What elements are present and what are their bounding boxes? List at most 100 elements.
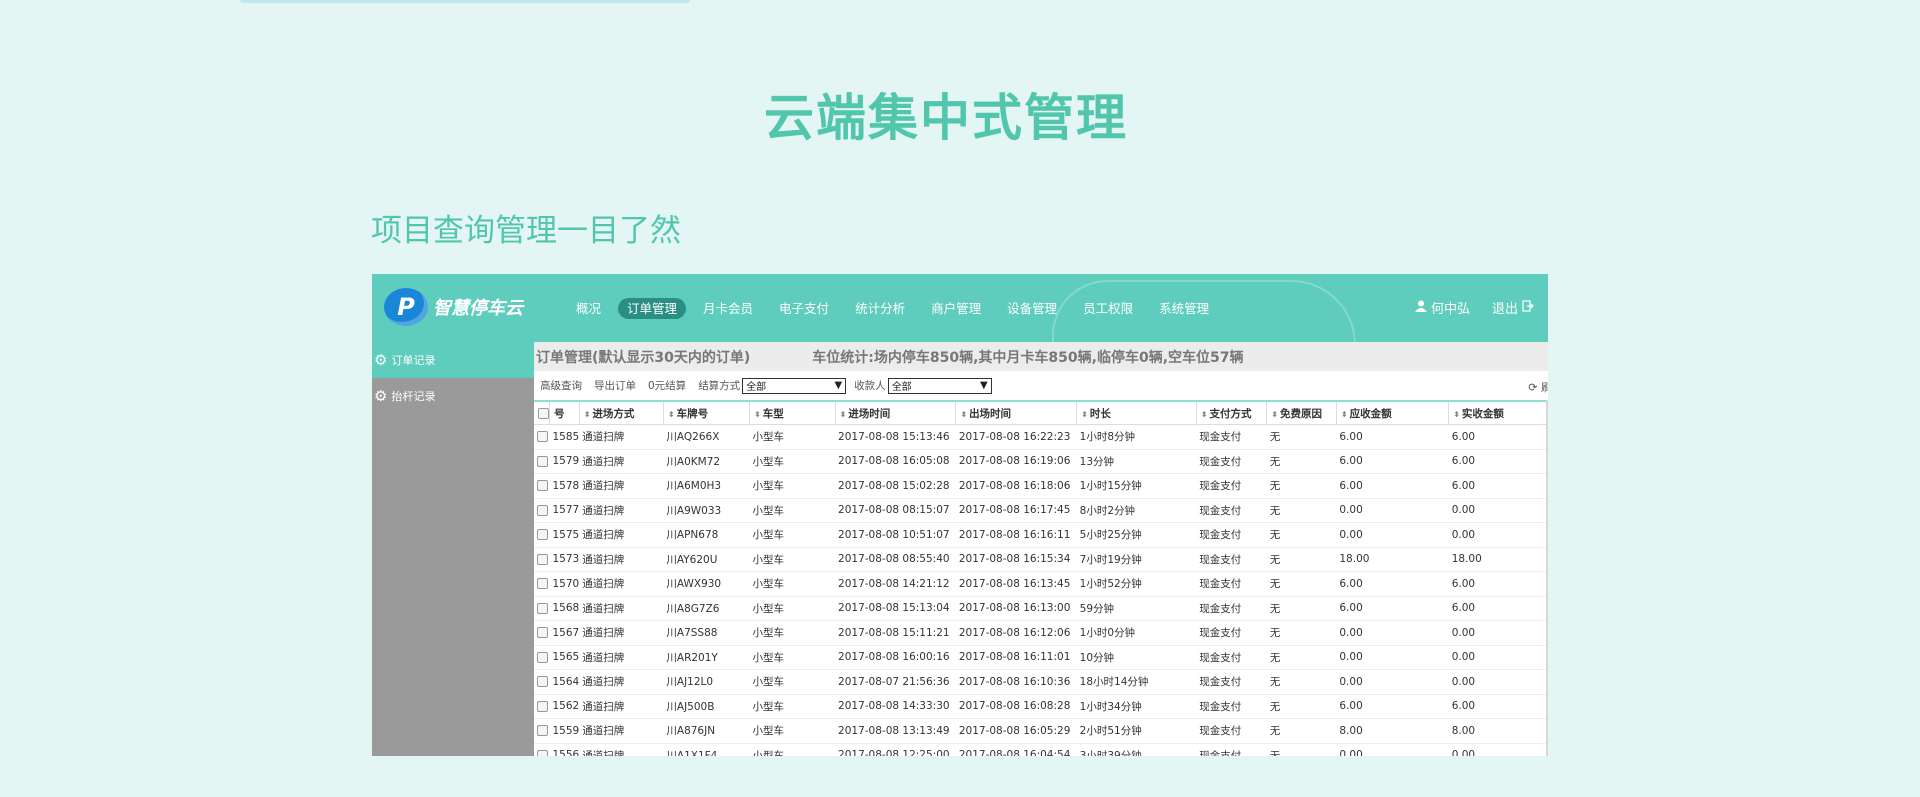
table-cell: 通道扫牌 — [579, 571, 664, 597]
table-row[interactable]: 1564 通道扫牌 川AJ12L0 小型车 2017-08-07 21:56:36 201… — [534, 669, 1548, 695]
row-checkbox[interactable] — [537, 725, 548, 737]
table-row[interactable]: 1570 通道扫牌 川AWX930 小型车 2017-08-08 14:21:12 201… — [534, 571, 1548, 597]
app-logo[interactable]: P 智慧停车云 — [384, 288, 523, 326]
nav-item[interactable]: 系统管理 — [1150, 298, 1218, 319]
checkbox-cell — [534, 571, 550, 597]
sidebar-item[interactable]: ⚙ 订单记录 — [372, 342, 534, 378]
table-row[interactable]: 1577 通道扫牌 川A9W033 小型车 2017-08-08 08:15:07 201… — [534, 498, 1548, 523]
sort-icon: ⬍ — [754, 409, 761, 419]
table-cell: 2017-08-08 16:22:23 — [955, 424, 1077, 450]
table-cell: 0.00 — [1448, 645, 1548, 670]
table-row[interactable]: 1579 通道扫牌 川A0KM72 小型车 2017-08-08 16:05:08 201… — [534, 449, 1548, 474]
refresh-button[interactable]: ⟳ 刷 — [1528, 379, 1548, 395]
table-cell: 小型车 — [749, 522, 836, 548]
nav-item[interactable]: 订单管理 — [618, 298, 687, 319]
row-checkbox[interactable] — [537, 676, 548, 688]
table-row[interactable]: 1565 通道扫牌 川AR201Y 小型车 2017-08-08 16:00:16 201… — [534, 645, 1548, 670]
column-header[interactable]: ⬍ 免费原因 — [1266, 400, 1337, 425]
table-row[interactable]: 1573 通道扫牌 川AY620U 小型车 2017-08-08 08:55:40 201… — [534, 547, 1548, 572]
column-header[interactable]: ⬍ 车型 — [749, 400, 836, 425]
nav-item[interactable]: 商户管理 — [922, 298, 990, 319]
table-cell: 无 — [1266, 547, 1337, 572]
table-cell: 0.00 — [1448, 522, 1548, 548]
advanced-search-link[interactable]: 高级查询 — [540, 378, 582, 393]
row-checkbox[interactable] — [537, 504, 548, 516]
table-row[interactable]: 1578 通道扫牌 川A6M0H3 小型车 2017-08-08 15:02:28 201… — [534, 473, 1548, 499]
row-checkbox[interactable] — [537, 651, 548, 663]
table-cell: 小型车 — [749, 694, 836, 719]
nav-item[interactable]: 概况 — [567, 298, 610, 319]
row-checkbox[interactable] — [537, 700, 548, 712]
row-checkbox[interactable] — [537, 627, 548, 639]
row-checkbox[interactable] — [537, 529, 548, 541]
table-cell: 小型车 — [749, 669, 836, 695]
table-row[interactable]: 1585 通道扫牌 川AQ266X 小型车 2017-08-08 15:13:46 201… — [534, 424, 1548, 450]
row-checkbox[interactable] — [537, 455, 548, 467]
export-orders-link[interactable]: 导出订单 — [594, 378, 636, 393]
table-cell: 6.00 — [1336, 473, 1449, 499]
nav-item[interactable]: 设备管理 — [998, 298, 1066, 319]
settle-method-select[interactable]: 全部 ▼ — [742, 377, 847, 394]
column-header[interactable]: ⬍ 支付方式 — [1196, 400, 1268, 425]
table-row[interactable]: 1562 通道扫牌 川AJ500B 小型车 2017-08-08 14:33:30 201… — [534, 694, 1548, 719]
scrollbar[interactable] — [1546, 400, 1548, 756]
table-cell: 2017-08-08 16:18:06 — [955, 473, 1077, 499]
logout-icon — [1522, 299, 1534, 316]
row-checkbox[interactable] — [537, 749, 548, 756]
table-row[interactable]: 1567 通道扫牌 川A7SS88 小型车 2017-08-08 15:11:21 201… — [534, 620, 1548, 646]
sidebar-item[interactable]: ⚙ 抬杆记录 — [372, 378, 534, 414]
table-cell: 2017-08-08 14:33:30 — [835, 694, 956, 719]
table-cell: 无 — [1266, 645, 1337, 670]
column-header[interactable]: ⬍ 应收金额 — [1336, 400, 1450, 425]
zero-settle-link[interactable]: 0元结算 — [648, 378, 686, 393]
nav-item[interactable]: 电子支付 — [770, 298, 838, 319]
table-row[interactable]: 1559 通道扫牌 川A876JN 小型车 2017-08-08 13:13:49 201… — [534, 718, 1548, 744]
row-checkbox[interactable] — [537, 553, 548, 565]
table-cell: 2小时51分钟 — [1076, 718, 1197, 744]
sidebar: ⚙ 订单记录 ⚙ 抬杆记录 — [372, 342, 534, 756]
table-cell: 8小时2分钟 — [1076, 498, 1197, 523]
table-cell: 0.00 — [1336, 522, 1449, 548]
nav-item[interactable]: 员工权限 — [1074, 298, 1142, 319]
cashier-select[interactable]: 全部 ▼ — [887, 377, 992, 394]
gear-icon: ⚙ — [374, 351, 388, 369]
orders-table: 号 ⬍ 进场方式 ⬍ 车牌号 ⬍ 车型 ⬍ 进场时间 ⬍ 出场时间 ⬍ 时长 ⬍ 支付方式 ⬍ 免费原因 ⬍ 应收金… — [534, 400, 1548, 756]
table-cell: 现金支付 — [1196, 473, 1267, 499]
table-cell: 0.00 — [1448, 743, 1548, 756]
column-header[interactable]: ⬍ 车牌号 — [663, 400, 751, 425]
table-cell: 1564 — [549, 669, 580, 695]
table-cell: 1570 — [549, 571, 580, 597]
select-all-checkbox[interactable] — [538, 407, 549, 419]
column-header[interactable]: ⬍ 实收金额 — [1448, 400, 1548, 425]
table-cell: 现金支付 — [1196, 571, 1267, 597]
table-row[interactable]: 1575 通道扫牌 川APN678 小型车 2017-08-08 10:51:07 201… — [534, 522, 1548, 548]
sort-icon: ⬍ — [1200, 409, 1208, 419]
nav-item[interactable]: 月卡会员 — [694, 298, 762, 319]
column-header[interactable]: ⬍ 进场方式 — [579, 400, 664, 425]
user-name[interactable]: 何中弘 — [1431, 298, 1470, 317]
column-header[interactable]: ⬍ 时长 — [1076, 400, 1197, 425]
table-cell: 现金支付 — [1196, 449, 1267, 474]
table-cell: 川AR201Y — [663, 645, 750, 670]
table-cell: 2017-08-08 16:11:01 — [955, 645, 1077, 670]
row-checkbox[interactable] — [537, 480, 548, 492]
table-cell: 6.00 — [1336, 571, 1449, 597]
sort-icon: ⬍ — [667, 409, 675, 419]
table-row[interactable]: 1556 通道扫牌 川A1X1F4 小型车 2017-08-08 12:25:00 201… — [534, 743, 1548, 756]
table-cell: 现金支付 — [1196, 694, 1267, 719]
nav-item[interactable]: 统计分析 — [846, 298, 914, 319]
column-header[interactable]: ⬍ 出场时间 — [955, 400, 1078, 425]
table-cell: 6.00 — [1336, 694, 1449, 719]
row-checkbox[interactable] — [537, 602, 548, 614]
checkbox-cell — [534, 522, 550, 548]
column-header[interactable]: 号 — [549, 400, 580, 425]
checkbox-cell — [534, 596, 550, 621]
table-row[interactable]: 1568 通道扫牌 川A8G7Z6 小型车 2017-08-08 15:13:04 201… — [534, 596, 1548, 621]
table-cell: 0.00 — [1336, 743, 1449, 756]
row-checkbox[interactable] — [537, 431, 548, 443]
table-cell: 小型车 — [749, 645, 836, 670]
logout-button[interactable]: 退出 — [1488, 298, 1534, 317]
sort-icon: ⬍ — [1081, 409, 1088, 419]
row-checkbox[interactable] — [537, 578, 548, 590]
column-header[interactable]: ⬍ 进场时间 — [835, 400, 957, 425]
